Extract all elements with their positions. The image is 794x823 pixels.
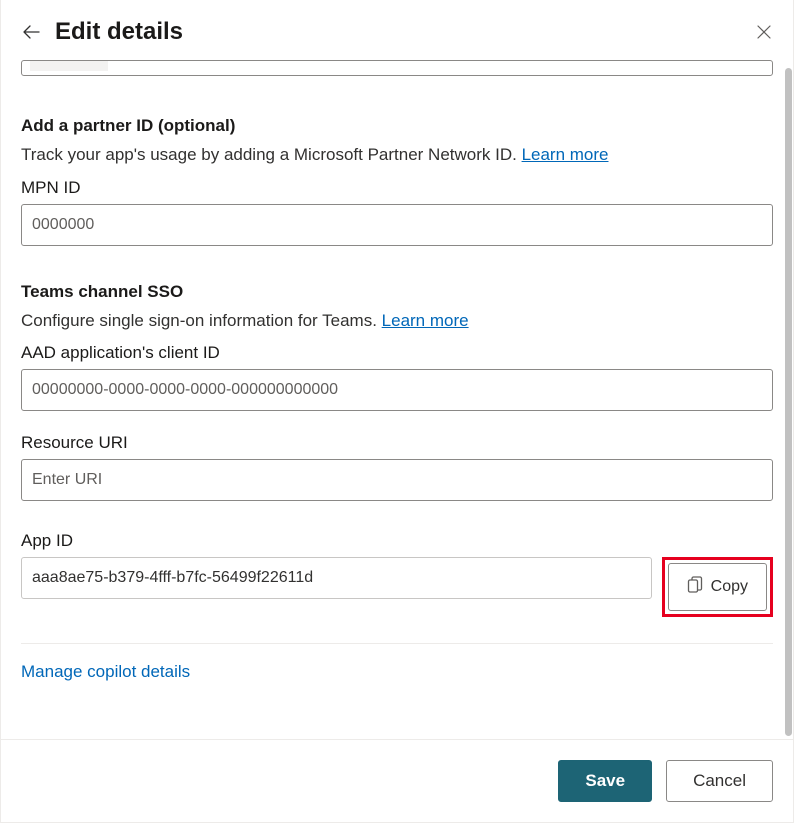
mpn-id-label: MPN ID (21, 178, 773, 198)
resource-uri-input[interactable] (21, 459, 773, 501)
scrollbar-thumb[interactable] (785, 68, 792, 736)
panel-title: Edit details (55, 18, 741, 46)
app-id-label: App ID (21, 531, 773, 551)
aad-client-id-label: AAD application's client ID (21, 343, 773, 363)
sso-description: Configure single sign-on information for… (21, 308, 773, 334)
cancel-button[interactable]: Cancel (666, 760, 773, 802)
sso-learn-more-link[interactable]: Learn more (382, 311, 469, 330)
mpn-id-input[interactable] (21, 204, 773, 246)
partner-description: Track your app's usage by adding a Micro… (21, 142, 773, 168)
close-icon[interactable] (755, 23, 773, 41)
copy-label: Copy (711, 578, 748, 596)
partner-learn-more-link[interactable]: Learn more (522, 145, 609, 164)
back-icon[interactable] (21, 22, 41, 42)
app-id-input[interactable] (21, 557, 652, 599)
resource-uri-label: Resource URI (21, 433, 773, 453)
previous-input-partial (21, 60, 773, 76)
sso-heading: Teams channel SSO (21, 282, 773, 302)
aad-client-id-input[interactable] (21, 369, 773, 411)
divider (21, 643, 773, 644)
copy-button[interactable]: Copy (668, 563, 767, 611)
save-button[interactable]: Save (558, 760, 652, 802)
copy-highlight-box: Copy (662, 557, 773, 617)
manage-copilot-link[interactable]: Manage copilot details (21, 662, 190, 682)
partner-heading: Add a partner ID (optional) (21, 116, 773, 136)
copy-icon (687, 576, 703, 599)
